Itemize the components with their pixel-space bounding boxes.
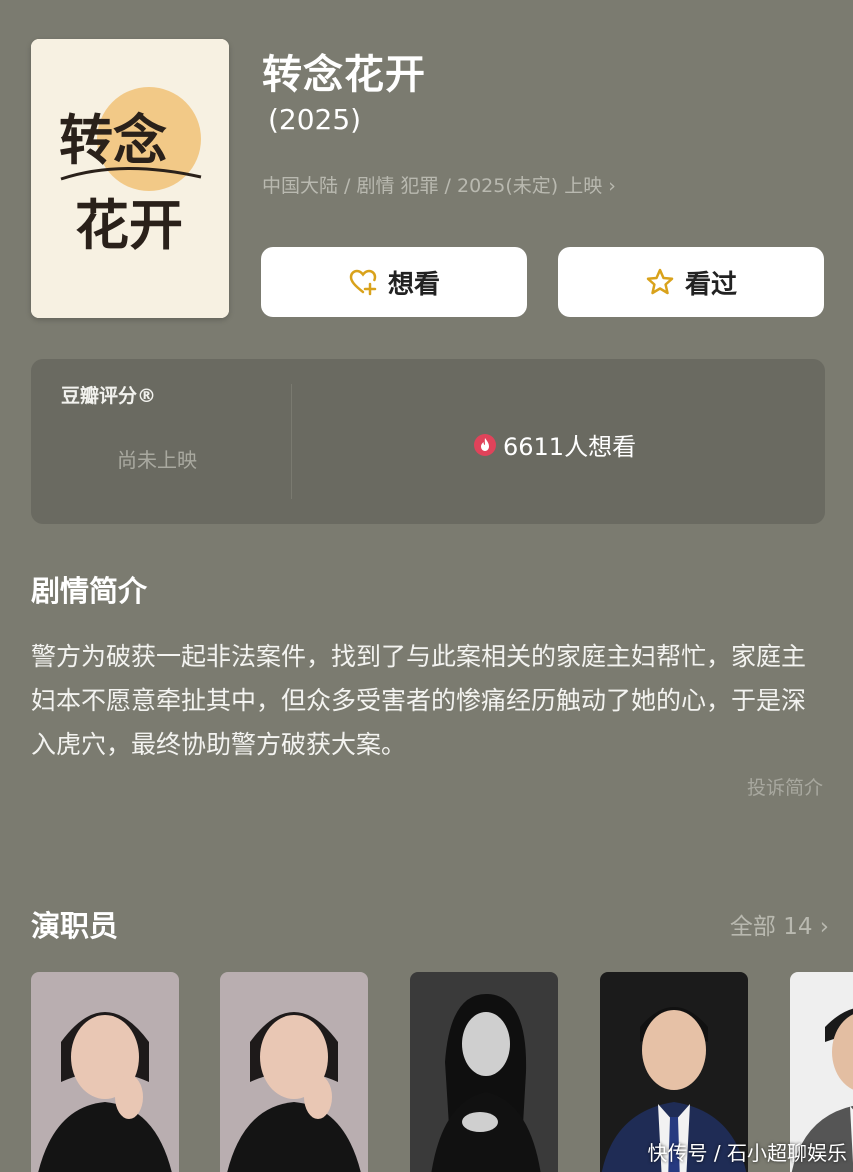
douban-rating-label: 豆瓣评分® <box>61 385 157 407</box>
movie-meta[interactable]: 中国大陆 / 剧情 犯罪 / 2025(未定) 上映 › <box>262 171 616 198</box>
chevron-right-icon: › <box>819 914 829 940</box>
heart-plus-icon <box>349 269 377 296</box>
cast-all-link[interactable]: 全部 14 › <box>730 907 829 941</box>
flame-icon <box>474 433 496 456</box>
want-count-text: 6611人想看 <box>503 433 637 461</box>
cast-card[interactable] <box>31 972 179 1172</box>
movie-year: (2025) <box>268 103 362 136</box>
cast-card[interactable] <box>220 972 368 1172</box>
actor-photo <box>31 972 179 1172</box>
want-to-watch-label: 想看 <box>387 269 440 300</box>
synopsis-text: 警方为破获一起非法案件，找到了与此案相关的家庭主妇帮忙，家庭主妇本不愿意牵扯其中… <box>31 642 807 759</box>
movie-poster[interactable]: 转念 花开 <box>31 39 229 318</box>
rating-card: 豆瓣评分® 尚未上映 6611人想看 <box>31 359 825 524</box>
watermark: 快传号 / 石小超聊娱乐 <box>647 1141 847 1165</box>
svg-text:转念: 转念 <box>59 108 167 172</box>
movie-meta-text: 中国大陆 / 剧情 犯罪 / 2025(未定) 上映 <box>262 175 603 197</box>
chevron-right-icon: › <box>608 175 616 197</box>
want-count[interactable]: 6611人想看 <box>473 427 636 462</box>
poster-art: 转念 花开 <box>31 39 229 318</box>
movie-title: 转念花开 <box>262 52 426 98</box>
cast-heading: 演职员 <box>31 909 119 943</box>
want-to-watch-button[interactable]: 想看 <box>261 247 527 317</box>
svg-text:花开: 花开 <box>75 193 183 257</box>
rating-status: 尚未上映 <box>117 448 197 472</box>
report-synopsis-link[interactable]: 投诉简介 <box>747 773 823 800</box>
actor-photo <box>220 972 368 1172</box>
watched-button[interactable]: 看过 <box>558 247 824 317</box>
actor-photo <box>410 972 558 1172</box>
rating-divider <box>291 384 292 499</box>
cast-all-label: 全部 14 <box>729 914 813 940</box>
cast-card[interactable] <box>410 972 558 1172</box>
synopsis-heading: 剧情简介 <box>31 574 148 608</box>
star-icon <box>646 268 674 295</box>
watched-label: 看过 <box>684 269 737 300</box>
